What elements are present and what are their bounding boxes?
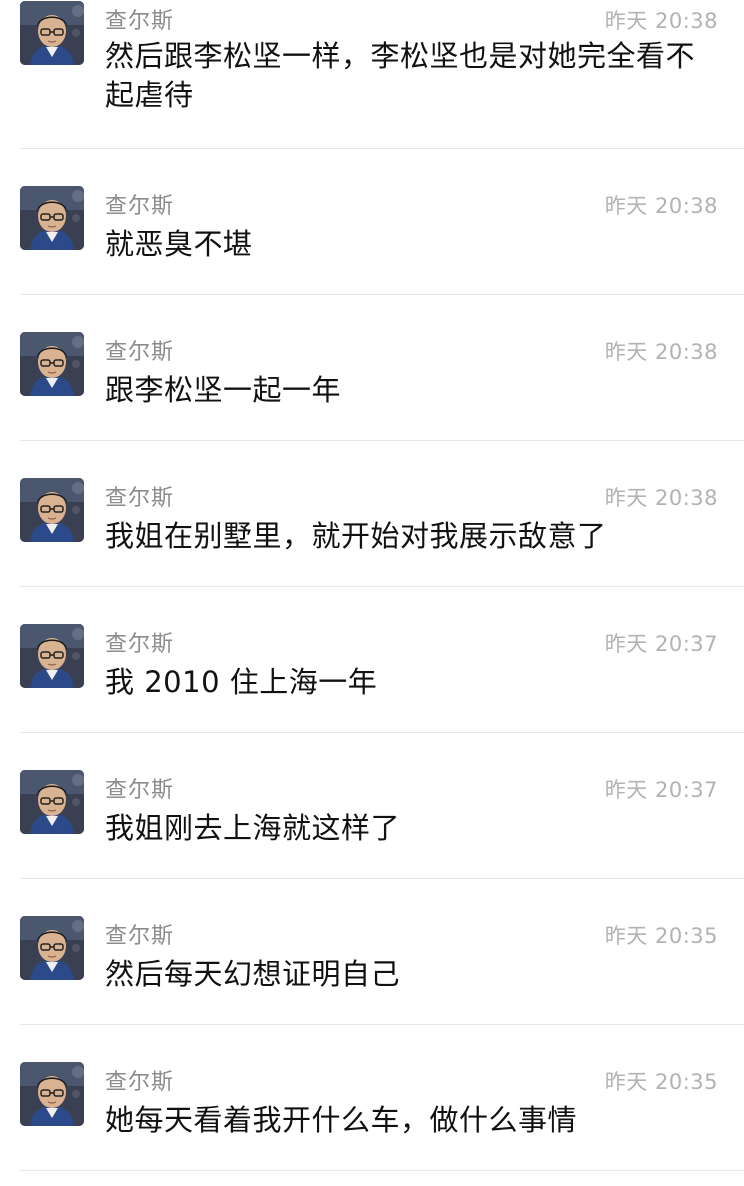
message-time: 昨天 20:38 xyxy=(604,9,718,33)
message-text: 她每天看着我开什么车，做什么事情 xyxy=(105,1103,578,1137)
divider xyxy=(20,1170,744,1171)
sender-name: 查尔斯 xyxy=(105,632,175,657)
sender-name: 查尔斯 xyxy=(105,9,175,34)
sender-name: 查尔斯 xyxy=(105,924,175,949)
message-text: 就恶臭不堪 xyxy=(105,227,253,261)
message-item[interactable]: 查尔斯 昨天 20:38 然后跟李松坚一样，李松坚也是对她完全看不起虐待 xyxy=(0,0,744,149)
user-avatar-icon xyxy=(20,1062,84,1126)
message-text: 我姐刚去上海就这样了 xyxy=(105,811,401,845)
message-text: 我 2010 住上海一年 xyxy=(105,665,378,699)
message-text: 我姐在别墅里，就开始对我展示敌意了 xyxy=(105,519,607,553)
sender-name: 查尔斯 xyxy=(105,340,175,365)
user-avatar-icon xyxy=(20,478,84,542)
user-avatar-icon xyxy=(20,332,84,396)
sender-name: 查尔斯 xyxy=(105,486,175,511)
user-avatar-icon xyxy=(20,770,84,834)
message-time: 昨天 20:38 xyxy=(604,340,718,364)
sender-name: 查尔斯 xyxy=(105,194,175,219)
message-time: 昨天 20:38 xyxy=(604,486,718,510)
message-item[interactable]: 查尔斯 昨天 20:38 就恶臭不堪 xyxy=(0,149,744,295)
message-item[interactable]: 查尔斯 昨天 20:37 我 2010 住上海一年 xyxy=(0,587,744,733)
avatar[interactable] xyxy=(20,332,84,396)
message-item[interactable]: 查尔斯 昨天 20:35 然后每天幻想证明自己 xyxy=(0,879,744,1025)
message-item[interactable]: 查尔斯 昨天 20:38 我姐在别墅里，就开始对我展示敌意了 xyxy=(0,441,744,587)
message-list: 查尔斯 昨天 20:38 然后跟李松坚一样，李松坚也是对她完全看不起虐待 查尔斯 xyxy=(0,0,744,1171)
sender-name: 查尔斯 xyxy=(105,778,175,803)
avatar[interactable] xyxy=(20,1,84,65)
message-text: 然后跟李松坚一样，李松坚也是对她完全看不起虐待 xyxy=(105,39,696,112)
avatar[interactable] xyxy=(20,1062,84,1126)
user-avatar-icon xyxy=(20,1,84,65)
message-item[interactable]: 查尔斯 昨天 20:38 跟李松坚一起一年 xyxy=(0,295,744,441)
avatar[interactable] xyxy=(20,624,84,688)
avatar[interactable] xyxy=(20,478,84,542)
message-time: 昨天 20:35 xyxy=(604,924,718,948)
sender-name: 查尔斯 xyxy=(105,1070,175,1095)
message-item[interactable]: 查尔斯 昨天 20:35 她每天看着我开什么车，做什么事情 xyxy=(0,1025,744,1171)
message-time: 昨天 20:38 xyxy=(604,194,718,218)
avatar[interactable] xyxy=(20,770,84,834)
user-avatar-icon xyxy=(20,624,84,688)
message-time: 昨天 20:37 xyxy=(604,778,718,802)
user-avatar-icon xyxy=(20,916,84,980)
user-avatar-icon xyxy=(20,186,84,250)
avatar[interactable] xyxy=(20,916,84,980)
avatar[interactable] xyxy=(20,186,84,250)
message-time: 昨天 20:37 xyxy=(604,632,718,656)
message-time: 昨天 20:35 xyxy=(604,1070,718,1094)
message-item[interactable]: 查尔斯 昨天 20:37 我姐刚去上海就这样了 xyxy=(0,733,744,879)
message-text: 跟李松坚一起一年 xyxy=(105,373,342,407)
message-text: 然后每天幻想证明自己 xyxy=(105,957,401,991)
